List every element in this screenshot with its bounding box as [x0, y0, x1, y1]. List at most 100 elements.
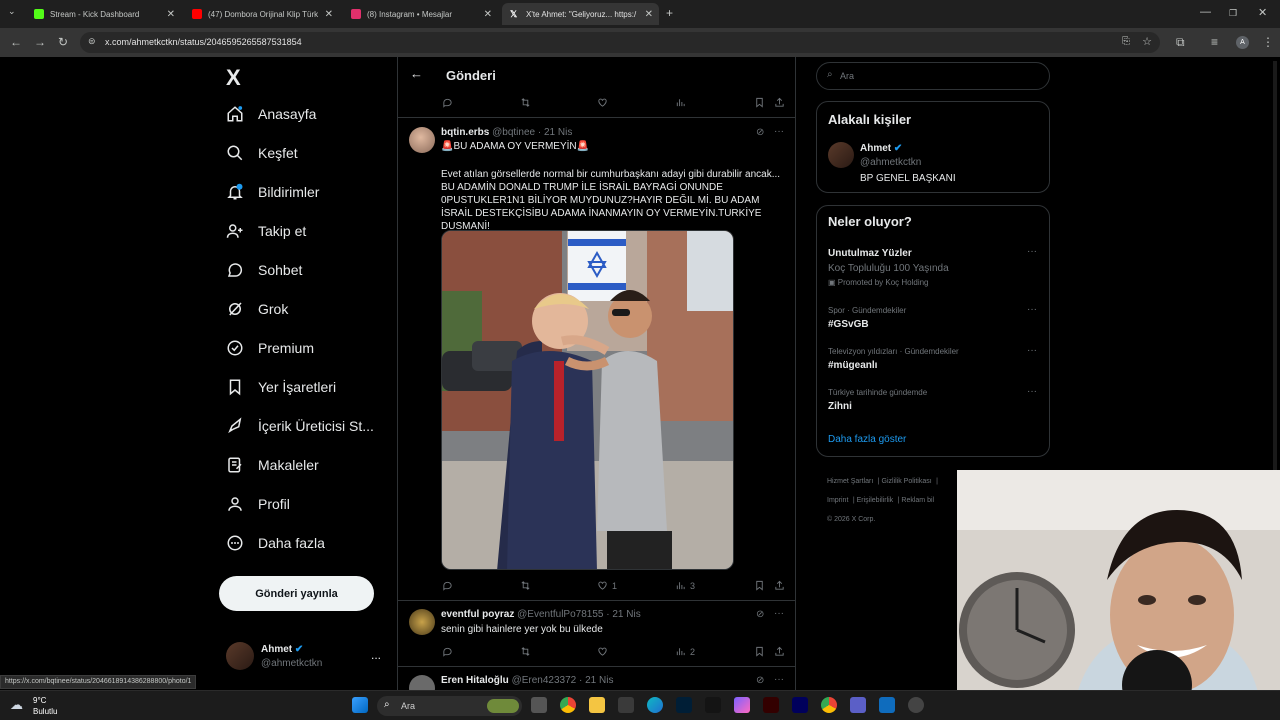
- bookmark-action[interactable]: [754, 97, 765, 108]
- illustrator-icon[interactable]: [763, 697, 779, 713]
- promoted-trend[interactable]: Unutulmaz Yüzler Koç Topluluğu 100 Yaşın…: [817, 246, 1049, 290]
- like-action[interactable]: [597, 646, 608, 657]
- share-action[interactable]: [774, 97, 785, 108]
- nav-chat[interactable]: Sohbet: [226, 261, 302, 279]
- tab-list-icon[interactable]: ⌄: [8, 6, 16, 17]
- more-options-icon[interactable]: ···: [1027, 304, 1037, 315]
- chrome-active-icon[interactable]: [821, 697, 837, 713]
- weather-widget[interactable]: ☁ 9°C Bulutlu: [10, 695, 70, 717]
- footer-link[interactable]: Imprint: [827, 497, 848, 504]
- reload-icon[interactable]: ↻: [58, 35, 68, 49]
- store-icon[interactable]: [618, 697, 634, 713]
- avatar[interactable]: [409, 127, 435, 153]
- views-action[interactable]: 3: [675, 580, 695, 591]
- reply-action[interactable]: [442, 97, 453, 108]
- forward-icon[interactable]: →: [34, 35, 46, 49]
- more-options-icon[interactable]: ···: [774, 608, 784, 619]
- x-logo[interactable]: X: [226, 65, 241, 91]
- file-explorer-icon[interactable]: [589, 697, 605, 713]
- nav-profile[interactable]: Profil: [226, 495, 290, 513]
- share-action[interactable]: [774, 646, 785, 657]
- close-icon[interactable]: ✕: [644, 8, 653, 20]
- new-tab-icon[interactable]: +: [666, 6, 673, 20]
- nav-more[interactable]: Daha fazla: [226, 534, 325, 552]
- related-name[interactable]: Ahmet: [860, 143, 891, 154]
- trend-item[interactable]: Televizyon yıldızları · Gündemdekiler #m…: [817, 345, 1049, 375]
- more-options-icon[interactable]: ···: [774, 126, 784, 137]
- reply-action[interactable]: [442, 646, 453, 657]
- reply-action[interactable]: [442, 580, 453, 591]
- repost-action[interactable]: [520, 580, 531, 591]
- more-options-icon[interactable]: ···: [1027, 386, 1037, 397]
- more-options-icon[interactable]: ···: [1027, 246, 1037, 257]
- nav-explore[interactable]: Keşfet: [226, 144, 298, 162]
- footer-link[interactable]: Hizmet Şartları: [827, 478, 873, 485]
- premiere-icon[interactable]: [792, 697, 808, 713]
- tab-instagram[interactable]: (8) Instagram • Mesajlar ✕: [343, 3, 498, 25]
- minimize-icon[interactable]: —: [1200, 6, 1211, 18]
- nav-home[interactable]: Anasayfa: [226, 105, 316, 123]
- repost-action[interactable]: [520, 646, 531, 657]
- profile-avatar[interactable]: A: [1236, 36, 1249, 49]
- tweet-time[interactable]: · 21 Nis: [606, 609, 640, 620]
- close-icon[interactable]: ✕: [325, 9, 333, 20]
- like-action[interactable]: 1: [597, 580, 617, 591]
- back-arrow-icon[interactable]: ←: [410, 66, 423, 81]
- views-action[interactable]: [675, 97, 686, 108]
- author-name[interactable]: eventful poyraz: [441, 609, 514, 620]
- account-switcher[interactable]: Ahmet ✔ @ahmetkctkn ...: [226, 640, 396, 674]
- site-info-icon[interactable]: ⊜: [88, 36, 96, 47]
- outlook-icon[interactable]: [879, 697, 895, 713]
- avatar[interactable]: [409, 609, 435, 635]
- reading-list-icon[interactable]: ≡: [1211, 35, 1218, 49]
- tweet-photo[interactable]: [441, 230, 734, 570]
- taskbar-search[interactable]: ⌕ Ara: [377, 696, 522, 716]
- author-handle[interactable]: @Eren423372: [512, 675, 577, 686]
- more-options-icon[interactable]: ···: [774, 674, 784, 685]
- back-icon[interactable]: ←: [10, 35, 22, 49]
- close-window-icon[interactable]: ✕: [1258, 6, 1267, 19]
- bookmark-action[interactable]: [754, 646, 765, 657]
- tweet-time[interactable]: · 21 Nis: [538, 127, 572, 138]
- grok-icon[interactable]: ⊘: [756, 127, 764, 138]
- more-options-icon[interactable]: ···: [1027, 345, 1037, 356]
- author-name[interactable]: Eren Hitaloğlu: [441, 675, 509, 686]
- author-handle[interactable]: @bqtinee: [492, 127, 535, 138]
- tab-youtube[interactable]: (47) Dombora Orijinal Klip Türk ✕: [184, 3, 339, 25]
- avatar[interactable]: [828, 142, 854, 168]
- nav-follow[interactable]: Takip et: [226, 222, 306, 240]
- trend-item[interactable]: Türkiye tarihinde gündemde Zihni ···: [817, 386, 1049, 416]
- teams-icon[interactable]: [850, 697, 866, 713]
- views-action[interactable]: 2: [675, 646, 695, 657]
- url-input[interactable]: ⊜ x.com/ahmetkctkn/status/20465952655875…: [80, 32, 1160, 53]
- menu-icon[interactable]: ⋮: [1262, 35, 1274, 49]
- like-action[interactable]: [597, 97, 608, 108]
- obs-icon[interactable]: [908, 697, 924, 713]
- share-action[interactable]: [774, 580, 785, 591]
- nav-articles[interactable]: Makaleler: [226, 456, 319, 474]
- tab-x[interactable]: 𝕏 X'te Ahmet: "Geliyoruz... https:/ ✕: [502, 3, 659, 25]
- nav-grok[interactable]: Grok: [226, 300, 288, 318]
- copilot-icon[interactable]: [734, 697, 750, 713]
- windows-start-icon[interactable]: [352, 697, 368, 713]
- author-handle[interactable]: @EventfulPo78155: [517, 609, 603, 620]
- close-icon[interactable]: ✕: [167, 9, 175, 20]
- nav-bookmarks[interactable]: Yer İşaretleri: [226, 378, 336, 396]
- nav-creator-studio[interactable]: İçerik Üreticisi St...: [226, 417, 374, 435]
- tweet-time[interactable]: · 21 Nis: [579, 675, 613, 686]
- tab-kick[interactable]: Stream - Kick Dashboard ✕: [26, 3, 181, 25]
- star-icon[interactable]: ☆: [1142, 35, 1152, 48]
- chrome-icon[interactable]: [560, 697, 576, 713]
- repost-action[interactable]: [520, 97, 531, 108]
- footer-link[interactable]: Reklam bil: [901, 497, 934, 504]
- close-icon[interactable]: ✕: [484, 9, 492, 20]
- nav-premium[interactable]: Premium: [226, 339, 314, 357]
- trend-item[interactable]: Spor · Gündemdekiler #GSvGB ···: [817, 304, 1049, 334]
- footer-link[interactable]: Gizlilik Politikası: [882, 478, 932, 485]
- related-handle[interactable]: @ahmetkctkn: [860, 157, 921, 168]
- task-view-icon[interactable]: [531, 697, 547, 713]
- bookmark-action[interactable]: [754, 580, 765, 591]
- extensions-icon[interactable]: ⧉: [1176, 35, 1185, 50]
- photoshop-icon[interactable]: [676, 697, 692, 713]
- install-icon[interactable]: ⎘: [1122, 36, 1130, 47]
